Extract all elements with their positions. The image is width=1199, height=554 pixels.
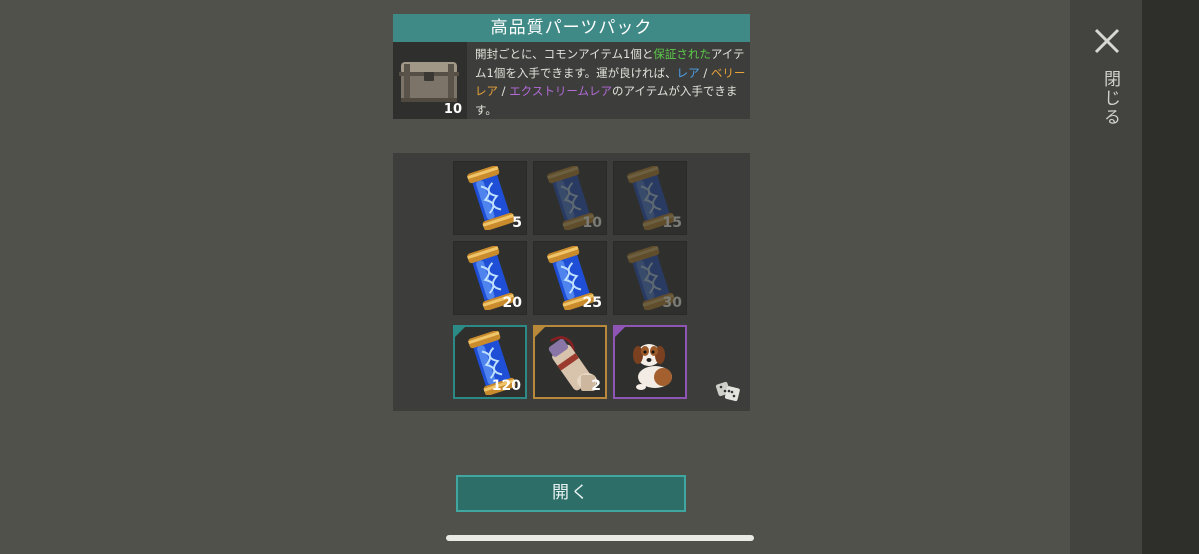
- reward-amount: 5: [512, 215, 522, 231]
- reward-amount: 15: [662, 215, 682, 231]
- description-segment: レア: [676, 65, 700, 80]
- reward-slot[interactable]: 25: [533, 241, 607, 315]
- reward-amount: 120: [491, 378, 521, 394]
- pack-info-panel: 高品質パーツパック 10 開封ごとに、コモンアイテム1個と保証されたアイテム1個…: [393, 14, 750, 119]
- reward-slot[interactable]: 2: [533, 325, 607, 399]
- close-x-icon[interactable]: [1092, 26, 1122, 56]
- reward-slot[interactable]: 15: [613, 161, 687, 235]
- side-edge: [1142, 0, 1199, 554]
- pack-count: 10: [443, 102, 462, 117]
- reward-slot[interactable]: 30: [613, 241, 687, 315]
- reward-grid: 5 10 15 20 25 30 120 2: [393, 153, 750, 411]
- reward-slot[interactable]: 5: [453, 161, 527, 235]
- reward-amount: 10: [582, 215, 602, 231]
- pack-title: 高品質パーツパック: [393, 14, 750, 42]
- dog-icon: [633, 344, 672, 390]
- home-indicator: [446, 535, 754, 541]
- reward-slot[interactable]: 20: [453, 241, 527, 315]
- reward-amount: 2: [591, 378, 601, 394]
- reward-slot[interactable]: [613, 325, 687, 399]
- close-label: 閉じる: [1100, 70, 1120, 127]
- pack-image: 10: [393, 42, 467, 119]
- reward-amount: 25: [582, 295, 602, 311]
- description-segment: 保証された: [653, 47, 711, 61]
- description-segment: 開封ごとに、コモンアイテム1個と: [475, 47, 654, 61]
- reward-slot[interactable]: 120: [453, 325, 527, 399]
- reward-amount: 20: [502, 295, 522, 311]
- description-segment: /: [498, 84, 510, 98]
- reward-slot[interactable]: 10: [533, 161, 607, 235]
- description-segment: エクストリームレア: [509, 84, 612, 98]
- close-button[interactable]: 閉じる: [1090, 22, 1124, 142]
- open-button[interactable]: 開く: [456, 475, 686, 512]
- dice-icon[interactable]: [715, 377, 741, 403]
- reward-amount: 30: [662, 295, 682, 311]
- pack-description: 開封ごとに、コモンアイテム1個と保証されたアイテム1個を入手できます。運が良けれ…: [475, 45, 747, 119]
- description-segment: /: [699, 65, 711, 80]
